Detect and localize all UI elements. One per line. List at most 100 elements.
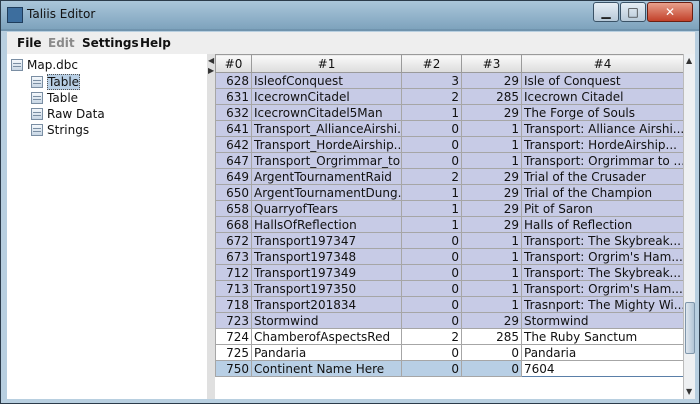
table-cell[interactable]: Transport197347 — [251, 232, 402, 249]
table-cell[interactable]: 658 — [215, 200, 252, 217]
table-cell[interactable]: 672 — [215, 232, 252, 249]
table-cell[interactable]: 1 — [461, 120, 522, 137]
table-cell[interactable]: 723 — [215, 312, 252, 329]
table-row[interactable]: 725 Pandaria 0 0 Pandaria — [215, 344, 684, 361]
table-cell[interactable]: 1 — [401, 184, 462, 201]
table-cell[interactable]: Transport: Alliance Airshi... — [521, 120, 684, 137]
table-cell[interactable]: Continent Name Here — [251, 360, 402, 377]
table-cell[interactable]: 725 — [215, 344, 252, 361]
table-cell[interactable]: 29 — [461, 168, 522, 185]
table-cell[interactable]: 712 — [215, 264, 252, 281]
scroll-thumb[interactable] — [685, 302, 695, 354]
table-cell[interactable]: Pandaria — [521, 344, 684, 361]
tree-root[interactable]: Map.dbc — [11, 57, 78, 73]
table-row[interactable]: 650 ArgentTournamentDung... 1 29 Trial of th… — [215, 184, 684, 201]
table-cell[interactable]: Transport_Orgrimmar_to... — [251, 152, 402, 169]
table-cell[interactable]: 713 — [215, 280, 252, 297]
table-cell[interactable]: The Ruby Sanctum — [521, 328, 684, 345]
table-row[interactable]: 712 Transport197349 0 1 Transport: The Skybr… — [215, 264, 684, 281]
table-cell[interactable]: 724 — [215, 328, 252, 345]
table-cell[interactable]: 1 — [461, 152, 522, 169]
table-cell[interactable]: Transport: Orgrimmar to ... — [521, 152, 684, 169]
table-cell[interactable]: 668 — [215, 216, 252, 233]
table-cell[interactable]: 29 — [461, 104, 522, 121]
table-cell[interactable]: 0 — [461, 344, 522, 361]
table-row[interactable]: 724 ChamberofAspectsRed 2 285 The Ruby Sanct… — [215, 328, 684, 345]
table-cell[interactable]: Transport_AllianceAirshi... — [251, 120, 402, 137]
table-row[interactable]: 672 Transport197347 0 1 Transport: The Skybr… — [215, 232, 684, 249]
table-cell[interactable]: Transport: Orgrim's Ham... — [521, 248, 684, 265]
table-cell[interactable]: ArgentTournamentRaid — [251, 168, 402, 185]
collapse-left-icon[interactable]: ◀ — [208, 56, 214, 65]
table-cell[interactable]: 0 — [401, 280, 462, 297]
table-cell[interactable]: 3 — [401, 72, 462, 89]
table-cell[interactable]: 29 — [461, 312, 522, 329]
table-cell[interactable]: 631 — [215, 88, 252, 105]
scroll-up-icon[interactable]: ▲ — [686, 56, 692, 65]
vertical-scrollbar[interactable]: ▲ ▼ — [683, 54, 695, 399]
table-cell[interactable]: 1 — [461, 136, 522, 153]
table-cell[interactable]: Transport: HordeAirship... — [521, 136, 684, 153]
column-header[interactable]: #0 — [215, 54, 252, 73]
table-cell[interactable]: Pit of Saron — [521, 200, 684, 217]
menu-settings[interactable]: Settings — [82, 36, 139, 50]
table-cell[interactable]: 673 — [215, 248, 252, 265]
tree-item-table-2[interactable]: Table — [31, 90, 78, 106]
table-cell[interactable]: 1 — [401, 216, 462, 233]
menu-help[interactable]: Help — [140, 36, 171, 50]
table-cell[interactable]: 650 — [215, 184, 252, 201]
table-cell[interactable]: Isle of Conquest — [521, 72, 684, 89]
table-row[interactable]: 673 Transport197348 0 1 Transport: Orgrim's … — [215, 248, 684, 265]
table-cell[interactable]: 2 — [401, 168, 462, 185]
table-cell[interactable]: 718 — [215, 296, 252, 313]
table-cell[interactable]: IsleofConquest — [251, 72, 402, 89]
table-cell[interactable]: 0 — [461, 360, 522, 377]
table-row[interactable]: 628 IsleofConquest 3 29 Isle of Conquest — [215, 72, 684, 89]
table-cell[interactable]: HallsOfReflection — [251, 216, 402, 233]
table-cell[interactable]: IcecrownCitadel — [251, 88, 402, 105]
tree-item-raw-data[interactable]: Raw Data — [31, 106, 105, 122]
table-cell[interactable]: 2 — [401, 328, 462, 345]
maximize-button[interactable]: □ — [620, 2, 646, 22]
table-cell[interactable]: 0 — [401, 120, 462, 137]
menu-file[interactable]: File — [17, 36, 42, 50]
minimize-button[interactable]: ▁ — [593, 2, 619, 22]
table-cell[interactable]: Icecrown Citadel — [521, 88, 684, 105]
table-cell[interactable]: 1 — [461, 296, 522, 313]
tree-item-strings[interactable]: Strings — [31, 122, 89, 138]
column-header[interactable]: #3 — [461, 54, 522, 73]
table-cell[interactable]: Halls of Reflection — [521, 216, 684, 233]
table-row[interactable]: 642 Transport_HordeAirship... 0 1 Transport:… — [215, 136, 684, 153]
table-cell[interactable]: 29 — [461, 216, 522, 233]
close-button[interactable]: ✕ — [647, 2, 693, 22]
table-cell[interactable]: Stormwind — [521, 312, 684, 329]
scroll-down-icon[interactable]: ▼ — [686, 387, 692, 396]
table-cell[interactable]: QuarryofTears — [251, 200, 402, 217]
table-cell[interactable]: Transport: The Skybreak... — [521, 232, 684, 249]
table-cell[interactable]: 285 — [461, 88, 522, 105]
table-row[interactable]: 632 IcecrownCitadel5Man 1 29 The Forge of So… — [215, 104, 684, 121]
table-cell[interactable]: 2 — [401, 88, 462, 105]
table-cell[interactable]: 0 — [401, 248, 462, 265]
table-cell[interactable]: Stormwind — [251, 312, 402, 329]
table-cell[interactable]: 1 — [461, 248, 522, 265]
table-cell[interactable]: 0 — [401, 360, 462, 377]
table-cell[interactable]: 7604 — [521, 360, 684, 377]
table-row[interactable]: 647 Transport_Orgrimmar_to... 0 1 Transport:… — [215, 152, 684, 169]
table-cell[interactable]: 1 — [461, 280, 522, 297]
table-cell[interactable]: 0 — [401, 152, 462, 169]
table-cell[interactable]: Trasnport: The Mighty Wi... — [521, 296, 684, 313]
table-cell[interactable]: Transport197348 — [251, 248, 402, 265]
table-cell[interactable]: 1 — [461, 232, 522, 249]
table-cell[interactable]: 29 — [461, 200, 522, 217]
split-divider[interactable]: ◀ ▶ — [207, 54, 215, 399]
table-row[interactable]: 641 Transport_AllianceAirshi... 0 1 Transpor… — [215, 120, 684, 137]
table-row[interactable]: 668 HallsOfReflection 1 29 Halls of Reflecti… — [215, 216, 684, 233]
table-cell[interactable]: The Forge of Souls — [521, 104, 684, 121]
table-cell[interactable]: 285 — [461, 328, 522, 345]
table-cell[interactable]: 641 — [215, 120, 252, 137]
table-cell[interactable]: Trial of the Champion — [521, 184, 684, 201]
table-cell[interactable]: Transport197350 — [251, 280, 402, 297]
table-row[interactable]: 658 QuarryofTears 1 29 Pit of Saron — [215, 200, 684, 217]
table-cell[interactable]: 0 — [401, 296, 462, 313]
